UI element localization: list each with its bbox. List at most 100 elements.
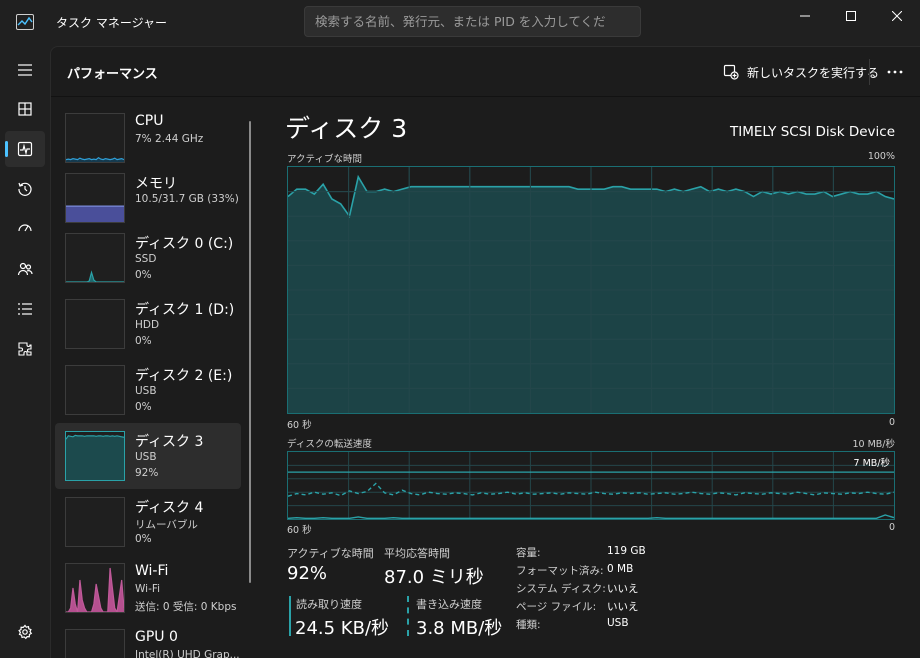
page-title: パフォーマンス: [67, 67, 158, 82]
active-time-chart: [287, 166, 895, 414]
device-usage: 92%: [135, 467, 159, 479]
memory-thumbnail: [65, 173, 125, 223]
nav-startup[interactable]: [5, 211, 45, 247]
nav-services[interactable]: [5, 331, 45, 367]
active-time-chart-x-right: 0: [888, 417, 895, 428]
prop-capacity-label: 容量:: [516, 547, 541, 559]
cpu-thumbnail: [65, 113, 125, 163]
processes-icon: [18, 102, 32, 116]
active-time-chart-label: アクティブな時間: [287, 154, 362, 165]
gpu-0-thumbnail: [65, 629, 125, 658]
device-type: Intel(R) UHD Grap...: [135, 649, 240, 658]
nav-performance[interactable]: [5, 131, 45, 167]
performance-icon: [17, 141, 33, 157]
stat-read-label: 読み取り速度: [296, 598, 362, 611]
stat-avg-response-label: 平均応答時間: [384, 547, 450, 560]
prop-page-file-value: いいえ: [607, 601, 639, 613]
nav-app-history[interactable]: [5, 171, 45, 207]
device-type: SSD: [135, 253, 157, 265]
device-item-disk-2[interactable]: ディスク 2 (E:) USB 0%: [55, 357, 241, 423]
new-task-icon: [723, 64, 739, 80]
device-name: ディスク 4: [135, 500, 204, 516]
device-item-memory[interactable]: メモリ 10.5/31.7 GB (33%): [55, 165, 241, 231]
disk0-thumb-line: [66, 270, 124, 283]
disk-2-thumbnail: [65, 365, 125, 415]
nav-details[interactable]: [5, 291, 45, 327]
minimize-icon: [800, 15, 810, 17]
disk-0-thumbnail: [65, 233, 125, 283]
device-type: USB: [135, 451, 157, 463]
device-item-disk-1[interactable]: ディスク 1 (D:) HDD 0%: [55, 291, 241, 357]
main-panel: パフォーマンス 新しいタスクを実行する CPU 7% 2.44 GHz メモリ …: [50, 46, 920, 658]
read-legend-marker: [289, 596, 291, 636]
prop-system-disk-label: システム ディスク:: [516, 583, 606, 595]
stat-write-label: 書き込み速度: [416, 598, 482, 611]
startup-icon: [18, 224, 32, 232]
write-legend-marker: [407, 596, 409, 636]
hamburger-menu-button[interactable]: [5, 52, 45, 88]
nav-rail: [0, 46, 50, 658]
device-name: ディスク 3: [135, 434, 204, 450]
prop-system-disk-value: いいえ: [607, 583, 639, 595]
nav-users[interactable]: [5, 251, 45, 287]
active-time-chart-x-left: 60 秒: [287, 420, 312, 431]
device-name: ディスク 0 (C:): [135, 236, 234, 252]
more-options-button[interactable]: [881, 59, 909, 85]
transfer-chart-label: ディスクの転送速度: [287, 439, 372, 450]
device-name: Wi-Fi: [135, 563, 169, 579]
device-usage: 0%: [135, 401, 152, 413]
device-list-scrollbar[interactable]: [249, 121, 251, 583]
close-icon: [892, 11, 902, 21]
wifi-thumbnail: [65, 563, 125, 614]
device-item-cpu[interactable]: CPU 7% 2.44 GHz: [55, 105, 241, 171]
device-name: CPU: [135, 113, 164, 129]
prop-formatted-value: 0 MB: [607, 563, 634, 575]
device-item-disk-0[interactable]: ディスク 0 (C:) SSD 0%: [55, 225, 241, 291]
header-divider: [869, 59, 870, 85]
active-time-chart-max: 100%: [867, 151, 895, 162]
minimize-button[interactable]: [782, 0, 828, 32]
device-item-disk-4[interactable]: ディスク 4 リムーバブル 0%: [55, 489, 241, 555]
run-new-task-button[interactable]: 新しいタスクを実行する: [719, 59, 883, 85]
close-button[interactable]: [874, 0, 920, 32]
device-type: リムーバブル: [135, 519, 198, 531]
device-type: Wi-Fi: [135, 583, 161, 595]
prop-formatted-label: フォーマット済み:: [516, 565, 604, 577]
device-type: USB: [135, 385, 157, 397]
device-item-wifi[interactable]: Wi-Fi Wi-Fi 送信: 0 受信: 0 Kbps: [55, 555, 241, 621]
settings-icon: [18, 624, 33, 640]
task-manager-icon: [16, 14, 34, 30]
transfer-reference-label: 7 MB/秒: [853, 458, 890, 469]
device-name: ディスク 1 (D:): [135, 302, 235, 318]
services-icon: [18, 342, 32, 356]
prop-type-value: USB: [607, 617, 629, 629]
disk-3-thumbnail: [65, 431, 125, 481]
device-usage: 0%: [135, 533, 152, 545]
nav-settings[interactable]: [5, 614, 45, 650]
device-model: TIMELY SCSI Disk Device: [730, 124, 895, 140]
transfer-chart-x-right: 0: [888, 522, 895, 533]
detail-title: ディスク 3: [285, 114, 408, 143]
search-input[interactable]: [305, 7, 640, 36]
search-box[interactable]: [304, 6, 641, 37]
device-item-disk-3[interactable]: ディスク 3 USB 92%: [55, 423, 241, 489]
maximize-button[interactable]: [828, 0, 874, 32]
device-usage: 0%: [135, 269, 152, 281]
stat-read-value: 24.5 KB/秒: [295, 618, 390, 639]
disk-1-thumbnail: [65, 299, 125, 349]
details-icon: [18, 303, 32, 315]
device-detail: 7% 2.44 GHz: [135, 133, 204, 145]
stat-active-time-value: 92%: [287, 563, 328, 584]
transfer-chart-x-left: 60 秒: [287, 525, 312, 536]
disk3-thumb-area: [66, 435, 124, 480]
device-usage: 送信: 0 受信: 0 Kbps: [135, 601, 237, 613]
stat-active-time-label: アクティブな時間: [287, 547, 374, 560]
hamburger-icon: [18, 64, 32, 76]
stat-write-value: 3.8 MB/秒: [416, 618, 503, 639]
users-icon: [17, 262, 33, 276]
more-icon: [887, 70, 903, 74]
device-item-gpu-0[interactable]: GPU 0 Intel(R) UHD Grap...: [55, 621, 241, 658]
device-detail: 10.5/31.7 GB (33%): [135, 193, 239, 205]
disk-4-thumbnail: [65, 497, 125, 547]
nav-processes[interactable]: [5, 91, 45, 127]
